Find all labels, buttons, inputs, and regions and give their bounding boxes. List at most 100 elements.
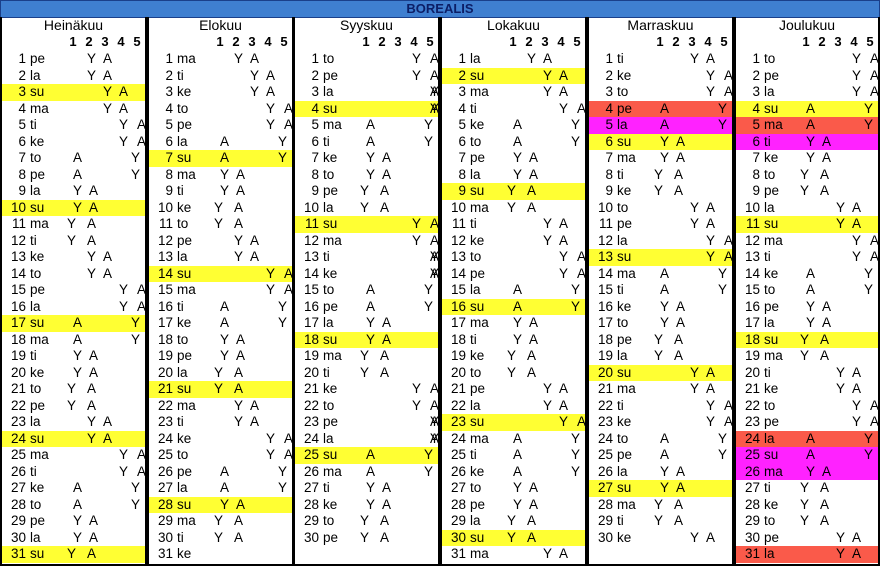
day-row: 27 ti Y A xyxy=(295,480,438,497)
day-row: 30 ke Y A xyxy=(589,530,732,547)
day-number: 27 xyxy=(450,480,466,495)
mark-letter: A xyxy=(380,513,390,528)
weekday: ke xyxy=(30,364,45,380)
mark-letter: A xyxy=(430,249,440,264)
day-number: 14 xyxy=(744,265,760,281)
day-number: 8 xyxy=(18,166,26,182)
mark-letter: Y xyxy=(366,166,376,182)
mark-letter: A xyxy=(430,51,440,66)
day-number: 5 xyxy=(311,117,319,132)
mark-letter: A xyxy=(382,496,392,512)
day-row: 25 su A Y xyxy=(736,447,878,464)
day-number: 17 xyxy=(597,315,613,330)
mark-letter: Y xyxy=(424,298,434,314)
day-number: 16 xyxy=(303,298,319,314)
weekday: to xyxy=(764,282,776,297)
day-number: 20 xyxy=(303,364,319,380)
day-number: 7 xyxy=(605,150,613,165)
weekday: to xyxy=(323,397,335,413)
day-number: 1 xyxy=(458,51,466,66)
day-row: 31 su Y A xyxy=(2,546,145,563)
mark-letter: A xyxy=(89,183,99,198)
day-number: 20 xyxy=(744,364,760,380)
mark-letter: A xyxy=(559,232,569,248)
weekday: ti xyxy=(177,414,184,429)
weekday: su xyxy=(323,216,338,231)
mark-letter: A xyxy=(87,397,97,413)
weekday: ma xyxy=(323,348,342,363)
mark-letter: A xyxy=(559,216,569,231)
mark-letter: Y xyxy=(67,381,77,396)
mark-letter: Y xyxy=(852,232,862,248)
month-column: Syyskuu 1 2 3 4 5 1 to Y A 2 pe Y A 3 la Y A 4 su Y A 5 ma A Y 6 ti… xyxy=(293,17,440,566)
mark-letter: Y xyxy=(507,199,517,215)
mark-letter: Y xyxy=(103,84,113,99)
mark-letter: A xyxy=(674,183,684,198)
day-row: 10 ma Y A xyxy=(442,200,585,217)
weekday: la xyxy=(764,199,775,215)
mark-letter: Y xyxy=(360,529,370,545)
month-column: Marraskuu 1 2 3 4 5 1 ti Y A 2 ke Y A 3 to Y A 4 pe A Y 5 la A Y 6… xyxy=(587,17,734,566)
day-row: 9 la Y A xyxy=(2,183,145,200)
day-row: 10 la Y A xyxy=(736,200,878,217)
mark-letter: Y xyxy=(67,232,77,248)
day-number: 28 xyxy=(450,496,466,512)
mark-letter: Y xyxy=(507,529,517,545)
mark-letter: A xyxy=(137,463,147,479)
mark-letter: A xyxy=(234,199,244,215)
mark-letter: A xyxy=(660,117,670,132)
weekday: ke xyxy=(30,133,45,149)
day-row: 28 ma Y A xyxy=(589,497,732,514)
mark-letter: Y xyxy=(507,183,517,198)
mark-letter: A xyxy=(87,232,97,248)
day-row: 12 ma Y A xyxy=(736,233,878,250)
mark-letter: A xyxy=(236,183,246,198)
day-number: 4 xyxy=(605,100,613,116)
number-label: 2 xyxy=(232,34,240,49)
mark-letter: Y xyxy=(660,298,670,314)
mark-letter: A xyxy=(674,513,684,528)
day-number: 10 xyxy=(10,199,26,215)
weekday: ti xyxy=(177,67,184,83)
mark-letter: Y xyxy=(718,282,728,297)
weekday: ti xyxy=(470,447,477,462)
mark-letter: A xyxy=(577,249,587,264)
mark-letter: A xyxy=(706,364,716,380)
weekday: to xyxy=(177,331,189,347)
weekday: ke xyxy=(177,315,192,330)
mark-letter: Y xyxy=(660,133,670,149)
day-row: 15 pe Y A xyxy=(2,282,145,299)
weekday: to xyxy=(470,133,482,149)
weekday: ti xyxy=(617,397,624,413)
month-column: Lokakuu 1 2 3 4 5 1 la Y A 2 su Y A 3 ma Y A 4 ti Y A 5 ke A Y 6 to… xyxy=(440,17,587,566)
day-number: 17 xyxy=(10,315,26,330)
day-row: 25 pe A Y xyxy=(589,447,732,464)
weekday: pe xyxy=(470,265,486,281)
day-number: 20 xyxy=(10,364,26,380)
weekday: ma xyxy=(617,381,636,396)
day-number: 11 xyxy=(158,216,173,231)
mark-letter: Y xyxy=(360,183,370,198)
day-row: 12 pe Y A xyxy=(149,233,292,250)
mark-letter: Y xyxy=(131,331,141,347)
mark-letter: Y xyxy=(513,331,523,347)
mark-letter: Y xyxy=(543,381,553,396)
day-row: 25 ma Y A xyxy=(2,447,145,464)
mark-letter: A xyxy=(366,298,376,314)
day-row: 15 la A Y xyxy=(442,282,585,299)
mark-letter: Y xyxy=(214,529,224,545)
mark-letter: Y xyxy=(67,397,77,413)
day-row: 14 ke A Y xyxy=(736,266,878,283)
mark-letter: A xyxy=(380,199,390,215)
mark-letter: Y xyxy=(214,199,224,215)
day-number: 9 xyxy=(752,183,760,198)
mark-letter: Y xyxy=(360,348,370,363)
day-row: 2 pe Y A xyxy=(736,68,878,85)
day-row: 8 pe A Y xyxy=(2,167,145,184)
mark-letter: A xyxy=(674,348,684,363)
mark-letter: A xyxy=(220,298,230,314)
day-number: 18 xyxy=(597,331,613,347)
mark-letter: Y xyxy=(87,265,97,281)
mark-letter: A xyxy=(820,331,830,347)
day-number: 5 xyxy=(18,117,26,132)
